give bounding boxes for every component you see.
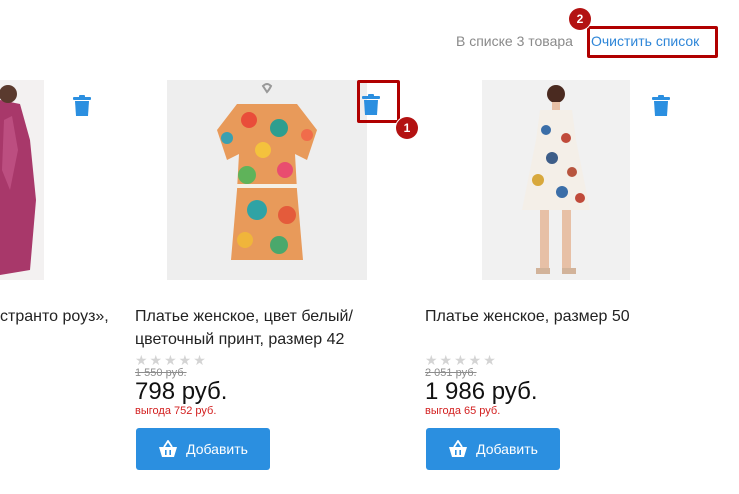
product-title[interactable]: странто роуз», (0, 305, 109, 328)
callout-badge-1: 1 (396, 117, 418, 139)
list-count: В списке 3 товара (456, 33, 573, 49)
benefit-text: выгода 65 руб. (425, 405, 501, 417)
product-photo (0, 80, 44, 280)
product-title[interactable]: Платье женское, цвет белый/ цветочный пр… (135, 305, 375, 351)
add-button-label: Добавить (186, 441, 248, 457)
trash-icon[interactable] (651, 95, 671, 117)
basket-icon (159, 440, 178, 457)
add-button-label: Добавить (476, 441, 538, 457)
callout-badge-2: 2 (569, 8, 591, 30)
callout-box-trash (357, 80, 400, 123)
trash-icon[interactable] (72, 95, 92, 117)
product-photo (167, 80, 367, 280)
add-to-cart-button[interactable]: Добавить (136, 428, 270, 470)
benefit-text: выгода 752 руб. (135, 405, 217, 417)
product-photo (482, 80, 630, 280)
callout-box-clear (587, 26, 718, 58)
price: 798 руб. (135, 378, 228, 405)
product-image[interactable] (167, 80, 367, 280)
product-image[interactable] (0, 80, 44, 280)
basket-icon (449, 440, 468, 457)
product-title[interactable]: Платье женское, размер 50 (425, 305, 665, 328)
price: 1 986 руб. (425, 378, 538, 405)
product-image[interactable] (482, 80, 630, 280)
add-to-cart-button[interactable]: Добавить (426, 428, 560, 470)
